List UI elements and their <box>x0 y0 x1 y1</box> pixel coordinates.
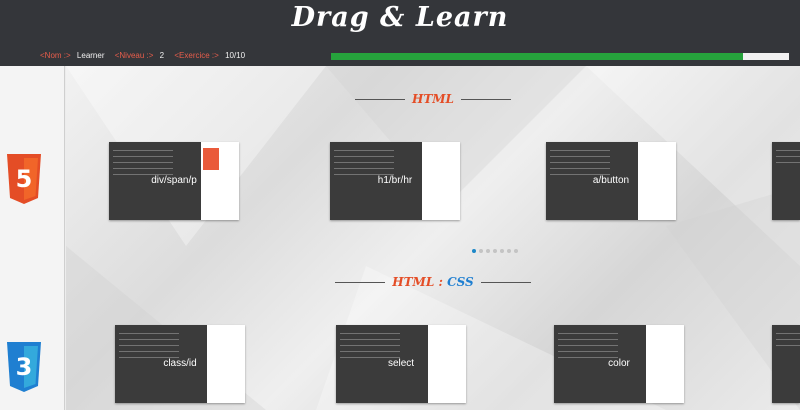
html5-icon-label: 5 <box>16 165 33 193</box>
exercise-card-label: h1/br/hr <box>377 175 413 186</box>
carousel-dot[interactable] <box>479 249 483 253</box>
level-value: 2 <box>159 51 165 60</box>
title-divider <box>354 99 405 100</box>
carousel-dot[interactable] <box>514 249 518 253</box>
section-title-html-css: HTML : CSS <box>66 275 800 289</box>
app-logo: Drag & Learn <box>291 2 509 33</box>
carousel-dot[interactable] <box>486 249 490 253</box>
exercise-card-label: select <box>387 358 415 369</box>
carousel-dot[interactable] <box>472 249 476 253</box>
sidebar: 5 3 <box>0 66 65 410</box>
exercise-card-partial[interactable] <box>772 142 800 220</box>
exercise-card-label: class/id <box>163 358 197 369</box>
section-title-b: CSS <box>447 275 474 289</box>
html5-icon[interactable]: 5 <box>5 154 43 204</box>
section-title-a: HTML <box>412 92 454 106</box>
exercise-card-label: color <box>608 358 630 369</box>
progress-bar <box>331 53 789 60</box>
exercise-card-div-span-p[interactable]: div/span/p <box>109 142 239 220</box>
section-title-a: HTML <box>392 275 435 289</box>
exercise-card-color[interactable]: color <box>554 325 684 403</box>
top-bar: Drag & Learn <Nom :> Learner <Niveau :> … <box>0 0 800 66</box>
level-tag: <Niveau :> <box>114 51 154 60</box>
css3-icon[interactable]: 3 <box>5 342 43 392</box>
progress-fill <box>331 53 744 60</box>
section-title-html: HTML <box>66 92 800 106</box>
carousel-dots[interactable] <box>472 238 521 253</box>
exercise-card-class-id[interactable]: class/id <box>115 325 245 403</box>
carousel-dot[interactable] <box>507 249 511 253</box>
title-divider <box>480 282 531 283</box>
exercise-card-h1-br-hr[interactable]: h1/br/hr <box>330 142 460 220</box>
name-value: Learner <box>76 51 105 60</box>
preview-block <box>203 148 219 170</box>
section-title-sep: : <box>434 275 448 289</box>
carousel-dot[interactable] <box>500 249 504 253</box>
title-divider <box>335 282 386 283</box>
exercise-card-label: a/button <box>592 175 630 186</box>
exercise-tag: <Exercice :> <box>174 51 219 60</box>
code-preview <box>776 333 800 351</box>
title-divider <box>461 99 512 100</box>
exercise-card-select[interactable]: select <box>336 325 466 403</box>
exercise-card-label: div/span/p <box>151 175 197 186</box>
carousel-dot[interactable] <box>493 249 497 253</box>
exercise-value: 10/10 <box>225 51 246 60</box>
name-tag: <Nom :> <box>40 51 71 60</box>
main-content: HTML div/span/p h1/br/hr a/button HTML :… <box>66 66 800 410</box>
exercise-card-partial[interactable] <box>772 325 800 403</box>
css3-icon-label: 3 <box>16 353 33 381</box>
user-info-bar: <Nom :> Learner <Niveau :> 2 <Exercice :… <box>40 51 253 60</box>
code-preview <box>776 150 800 168</box>
exercise-card-a-button[interactable]: a/button <box>546 142 676 220</box>
